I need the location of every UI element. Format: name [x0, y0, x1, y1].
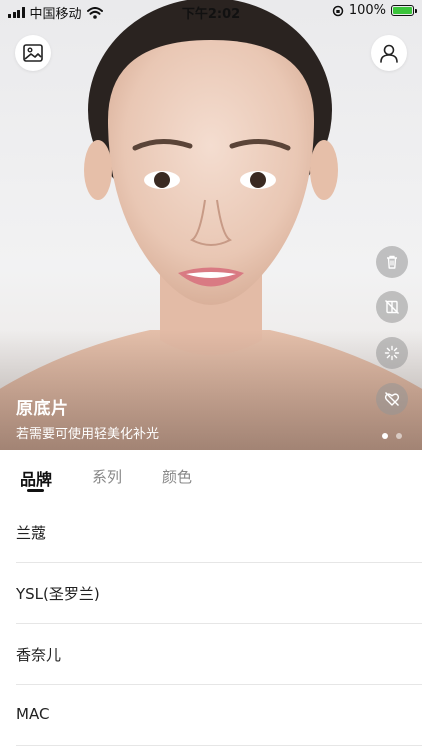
profile-button[interactable]	[371, 35, 407, 71]
heart-off-icon	[384, 392, 400, 406]
tab-brand[interactable]: 品牌	[20, 466, 52, 490]
brand-label: MAC	[16, 705, 50, 723]
brand-label: 香奈儿	[16, 646, 62, 664]
user-profile-icon	[380, 44, 398, 63]
delete-button[interactable]	[376, 246, 408, 278]
list-item[interactable]: 兰蔻	[0, 502, 422, 563]
page-dot[interactable]	[396, 433, 402, 439]
page-indicator	[382, 433, 402, 439]
list-item[interactable]: 香奈儿	[0, 624, 422, 685]
compare-off-icon	[385, 300, 399, 314]
trash-icon	[387, 255, 397, 269]
brand-label: YSL(圣罗兰)	[16, 585, 100, 603]
gallery-button[interactable]	[15, 35, 51, 71]
status-right: 100%	[332, 3, 417, 18]
category-tabs: 品牌 系列 颜色	[0, 450, 422, 502]
photo-caption-title: 原底片	[16, 399, 69, 419]
beautify-button[interactable]	[376, 337, 408, 369]
status-bar: 中国移动 下午2:02 100%	[0, 0, 422, 22]
sparkle-icon	[384, 345, 400, 361]
tab-series[interactable]: 系列	[92, 466, 122, 487]
battery-icon	[391, 5, 417, 16]
list-item[interactable]: MAC	[0, 685, 422, 746]
battery-percent: 100%	[348, 3, 386, 18]
orientation-lock-icon	[332, 5, 344, 16]
brand-label: 兰蔻	[16, 524, 47, 542]
photo-caption-subtitle: 若需要可使用轻美化补光	[16, 427, 160, 442]
image-gallery-icon	[23, 44, 43, 62]
portrait-photo[interactable]	[0, 0, 422, 450]
compare-toggle-button[interactable]	[376, 291, 408, 323]
brand-list: 兰蔻 YSL(圣罗兰) 香奈儿 MAC	[0, 502, 422, 746]
tab-color[interactable]: 颜色	[162, 466, 192, 487]
page-dot-active[interactable]	[382, 433, 388, 439]
active-tab-indicator	[27, 489, 44, 492]
list-item[interactable]: YSL(圣罗兰)	[0, 563, 422, 624]
favorite-toggle-button[interactable]	[376, 383, 408, 415]
